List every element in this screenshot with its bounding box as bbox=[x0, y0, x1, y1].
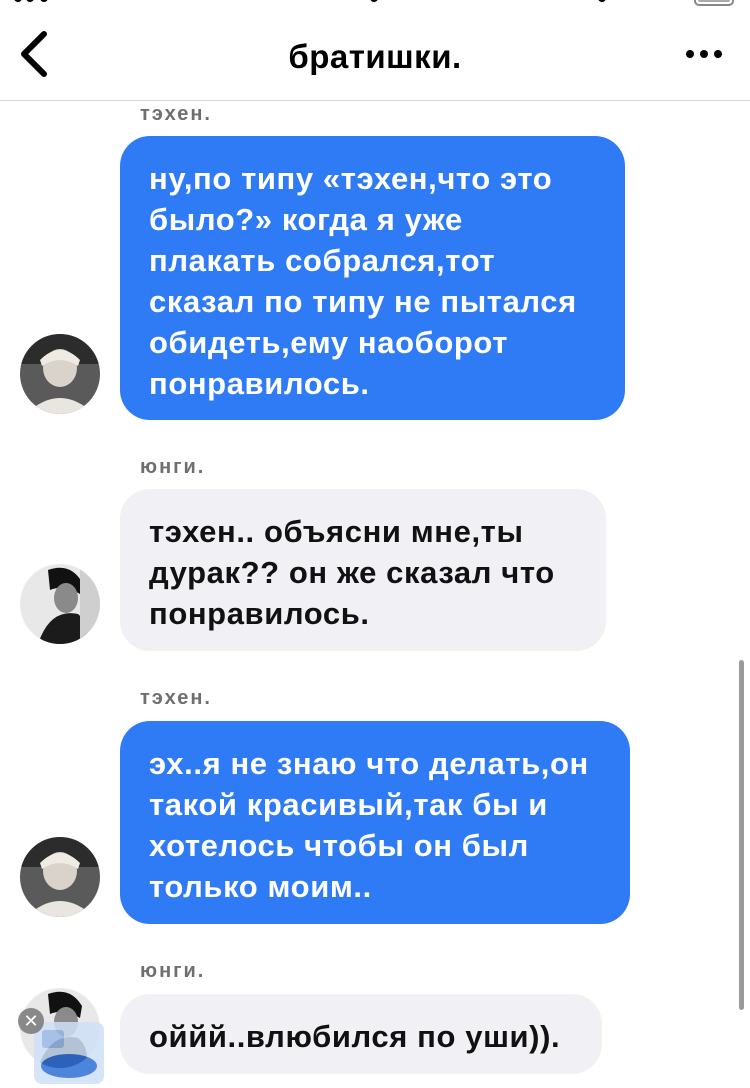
more-dots-icon bbox=[686, 50, 722, 58]
sender-name: юнги. bbox=[140, 456, 206, 478]
battery-icon bbox=[694, 0, 734, 6]
message-bubble[interactable]: эх..я не знаю что делать,он такой красив… bbox=[120, 721, 630, 924]
time-fragment-icon bbox=[370, 0, 378, 2]
overlay-widget[interactable]: ✕ bbox=[18, 1008, 108, 1088]
wifi-icon bbox=[598, 0, 606, 2]
picture-in-picture-icon[interactable] bbox=[34, 1022, 104, 1084]
signal-icon bbox=[26, 0, 34, 2]
sender-name: юнги. bbox=[140, 960, 206, 982]
message-line: эх..я не знаю что делать,он bbox=[149, 746, 589, 781]
message-line: такой красивый,так бы и bbox=[149, 787, 548, 822]
message-line: дурак?? он же сказал что bbox=[149, 555, 555, 590]
avatar-photo-icon bbox=[20, 564, 100, 644]
chat-title: братишки. bbox=[288, 38, 462, 75]
scrollbar[interactable] bbox=[739, 660, 744, 1010]
message-line: тэхен.. объясни мне,ты bbox=[149, 514, 524, 549]
message-line: только моим.. bbox=[149, 869, 372, 904]
status-bar bbox=[0, 0, 750, 12]
signal-icon bbox=[40, 0, 48, 2]
message-line: хотелось чтобы он был bbox=[149, 828, 529, 863]
message-line: было?» когда я уже bbox=[149, 202, 463, 237]
message-bubble[interactable]: ну,по типу «тэхен,что это было?» когда я… bbox=[120, 136, 625, 420]
avatar[interactable] bbox=[20, 837, 100, 917]
chat-screen: братишки. тэхен. ну,по типу «тэхен,что э… bbox=[0, 0, 750, 1088]
message-line: понравилось. bbox=[149, 366, 370, 401]
avatar[interactable] bbox=[20, 564, 100, 644]
message-line: оййй..влюбился по уши)). bbox=[149, 1019, 561, 1054]
message-line: понравилось. bbox=[149, 596, 370, 631]
avatar-photo-icon bbox=[20, 334, 100, 414]
message-line: ну,по типу «тэхен,что это bbox=[149, 161, 553, 196]
message-bubble[interactable]: оййй..влюбился по уши)). bbox=[120, 994, 602, 1074]
message-list[interactable]: тэхен. ну,по типу «тэхен,что это было?» … bbox=[0, 101, 750, 1088]
chat-header: братишки. bbox=[0, 12, 750, 101]
more-options-button[interactable] bbox=[682, 34, 726, 78]
sender-name: тэхен. bbox=[140, 103, 212, 125]
message-line: сказал по типу не пытался bbox=[149, 284, 577, 319]
signal-icon bbox=[14, 0, 22, 2]
sender-name: тэхен. bbox=[140, 687, 212, 709]
message-bubble[interactable]: тэхен.. объясни мне,ты дурак?? он же ска… bbox=[120, 489, 606, 651]
message-line: обидеть,ему наоборот bbox=[149, 325, 508, 360]
message-line: плакать собрался,тот bbox=[149, 243, 496, 278]
close-icon[interactable]: ✕ bbox=[18, 1008, 44, 1034]
avatar[interactable] bbox=[20, 334, 100, 414]
avatar-photo-icon bbox=[20, 837, 100, 917]
